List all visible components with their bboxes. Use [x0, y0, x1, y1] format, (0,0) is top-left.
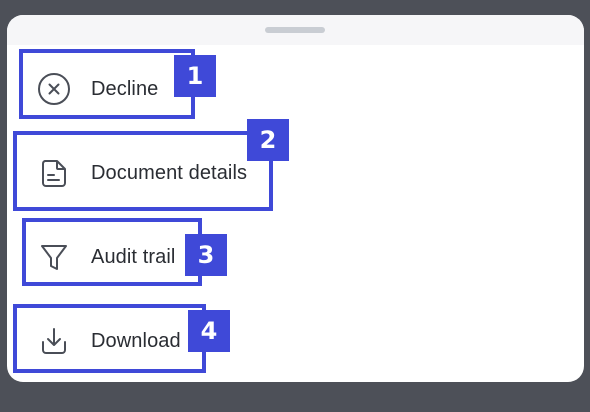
- menu-item-audit-trail[interactable]: Audit trail: [7, 215, 584, 299]
- menu-item-decline[interactable]: Decline: [7, 47, 584, 131]
- menu-item-document-details[interactable]: Document details: [7, 131, 584, 215]
- menu-item-label: Audit trail: [91, 245, 176, 268]
- x-circle-icon: [37, 72, 71, 106]
- annotation-badge: 3: [185, 234, 227, 276]
- annotation-badge: 2: [247, 119, 289, 161]
- filter-icon: [37, 240, 71, 274]
- menu-item-download[interactable]: Download: [7, 299, 584, 382]
- document-icon: [37, 156, 71, 190]
- bottom-sheet: Decline Document details Audit trail Dow…: [7, 15, 584, 382]
- menu-item-label: Download: [91, 329, 181, 352]
- annotation-badge: 1: [174, 55, 216, 97]
- download-icon: [37, 324, 71, 358]
- menu-item-label: Decline: [91, 77, 159, 100]
- drag-handle[interactable]: [265, 27, 325, 33]
- annotation-badge: 4: [188, 310, 230, 352]
- sheet-header: [7, 15, 584, 45]
- menu-item-label: Document details: [91, 161, 248, 184]
